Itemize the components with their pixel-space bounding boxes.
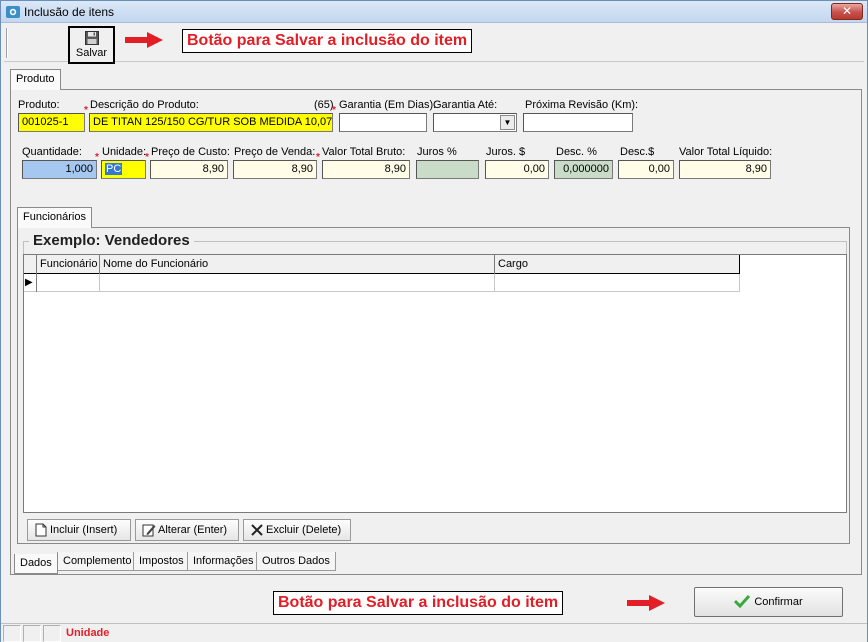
unidade-field[interactable]: PC bbox=[101, 160, 146, 179]
unidade-value: PC bbox=[105, 163, 123, 175]
grid-button-bar: Incluir (Insert) Alterar (Enter) Excluir… bbox=[23, 519, 353, 541]
table-cell[interactable] bbox=[100, 274, 495, 292]
desc-pct-field[interactable]: 0,000000 bbox=[554, 160, 613, 179]
grid-indicator-header bbox=[24, 255, 37, 274]
label-valor-total-bruto: Valor Total Bruto: bbox=[322, 146, 406, 158]
proxima-revisao-field[interactable] bbox=[523, 113, 633, 132]
valor-total-liquido-field[interactable]: 8,90 bbox=[679, 160, 771, 179]
tab-dados[interactable]: Dados bbox=[14, 554, 58, 574]
tab-impostos[interactable]: Impostos bbox=[133, 552, 190, 571]
label-produto: Produto: bbox=[18, 99, 60, 111]
label-preco-venda: Preço de Venda: bbox=[234, 146, 316, 158]
edit-icon bbox=[142, 524, 156, 537]
label-proxima-revisao: Próxima Revisão (Km): bbox=[525, 99, 639, 111]
label-descricao: Descrição do Produto: bbox=[90, 99, 199, 111]
juros-val-field[interactable]: 0,00 bbox=[485, 160, 549, 179]
label-juros-val: Juros. $ bbox=[486, 146, 526, 158]
row-indicator-icon: ▶ bbox=[24, 274, 37, 292]
tab-produto[interactable]: Produto bbox=[10, 69, 61, 90]
tab-informacoes[interactable]: Informações bbox=[187, 552, 260, 571]
app-icon bbox=[6, 6, 20, 18]
excluir-button[interactable]: Excluir (Delete) bbox=[243, 519, 351, 541]
tab-complemento[interactable]: Complemento bbox=[57, 552, 138, 571]
column-header-funcionario[interactable]: Funcionário bbox=[37, 255, 100, 274]
column-header-nome[interactable]: Nome do Funcionário bbox=[100, 255, 495, 274]
label-desc-val: Desc.$ bbox=[620, 146, 655, 158]
valor-total-bruto-field[interactable]: 8,90 bbox=[322, 160, 410, 179]
confirmar-button[interactable]: Confirmar bbox=[694, 587, 843, 617]
grid-header: Funcionário Nome do Funcionário Cargo bbox=[24, 255, 740, 274]
dialog-window: Inclusão de itens ✕ Salvar Botão para Sa… bbox=[0, 0, 868, 642]
label-quantidade: Quantidade: bbox=[22, 146, 82, 158]
preco-custo-field[interactable]: 8,90 bbox=[150, 160, 228, 179]
excluir-label: Excluir (Delete) bbox=[266, 524, 342, 536]
tab-funcionarios[interactable]: Funcionários bbox=[17, 207, 92, 228]
annotation-bottom: Botão para Salvar a inclusão do item bbox=[273, 591, 564, 615]
label-garantia-dias: Garantia (Em Dias): bbox=[339, 99, 437, 111]
confirmar-label: Confirmar bbox=[754, 596, 803, 608]
delete-x-icon bbox=[251, 524, 263, 536]
status-bar: Unidade bbox=[1, 623, 867, 642]
garantia-ate-select[interactable]: ▼ bbox=[433, 113, 517, 132]
table-row[interactable]: ▶ bbox=[24, 274, 740, 292]
funcionarios-grid[interactable]: Funcionário Nome do Funcionário Cargo ▶ bbox=[23, 254, 847, 513]
new-document-icon bbox=[35, 523, 47, 537]
label-preco-custo: Preço de Custo: bbox=[151, 146, 230, 158]
floppy-disk-icon bbox=[85, 31, 99, 45]
preco-venda-field[interactable]: 8,90 bbox=[233, 160, 317, 179]
label-unidade: Unidade: bbox=[102, 146, 147, 158]
save-button-label: Salvar bbox=[75, 47, 108, 59]
incluir-button[interactable]: Incluir (Insert) bbox=[27, 519, 131, 541]
descricao-field[interactable]: DE TITAN 125/150 CG/TUR SOB MEDIDA 10,07 bbox=[89, 113, 333, 132]
arrow-right-icon bbox=[627, 595, 665, 611]
label-juros-pct: Juros % bbox=[417, 146, 457, 158]
label-valor-total-liquido: Valor Total Líquido: bbox=[679, 146, 773, 158]
alterar-label: Alterar (Enter) bbox=[158, 524, 228, 536]
garantia-dias-field[interactable] bbox=[339, 113, 427, 132]
table-cell[interactable] bbox=[495, 274, 740, 292]
status-cell bbox=[23, 625, 41, 642]
title-bar[interactable]: Inclusão de itens ✕ bbox=[1, 1, 867, 23]
juros-pct-field[interactable] bbox=[416, 160, 479, 179]
status-cell bbox=[3, 625, 21, 642]
window-title: Inclusão de itens bbox=[24, 5, 115, 19]
quantidade-field[interactable]: 1,000 bbox=[22, 160, 97, 179]
table-cell[interactable] bbox=[37, 274, 100, 292]
tab-outros-dados[interactable]: Outros Dados bbox=[256, 552, 336, 571]
label-garantia-ate: Garantia Até: bbox=[433, 99, 498, 111]
save-button[interactable]: Salvar bbox=[68, 26, 115, 64]
close-button[interactable]: ✕ bbox=[831, 3, 863, 20]
produto-field[interactable]: 001025-1 bbox=[18, 113, 85, 132]
label-desc-pct: Desc. % bbox=[556, 146, 597, 158]
toolbar-separator bbox=[6, 28, 8, 58]
group-title: Exemplo: Vendedores bbox=[29, 232, 194, 249]
column-header-cargo[interactable]: Cargo bbox=[495, 255, 740, 274]
arrow-right-icon bbox=[125, 32, 163, 48]
chevron-down-icon[interactable]: ▼ bbox=[500, 115, 515, 130]
label-desc-count: (65) bbox=[314, 99, 334, 111]
incluir-label: Incluir (Insert) bbox=[50, 524, 118, 536]
desc-val-field[interactable]: 0,00 bbox=[618, 160, 674, 179]
status-text: Unidade bbox=[66, 627, 110, 639]
status-cell bbox=[43, 625, 61, 642]
annotation-top: Botão para Salvar a inclusão do item bbox=[182, 29, 473, 53]
alterar-button[interactable]: Alterar (Enter) bbox=[135, 519, 239, 541]
checkmark-icon bbox=[734, 595, 751, 609]
